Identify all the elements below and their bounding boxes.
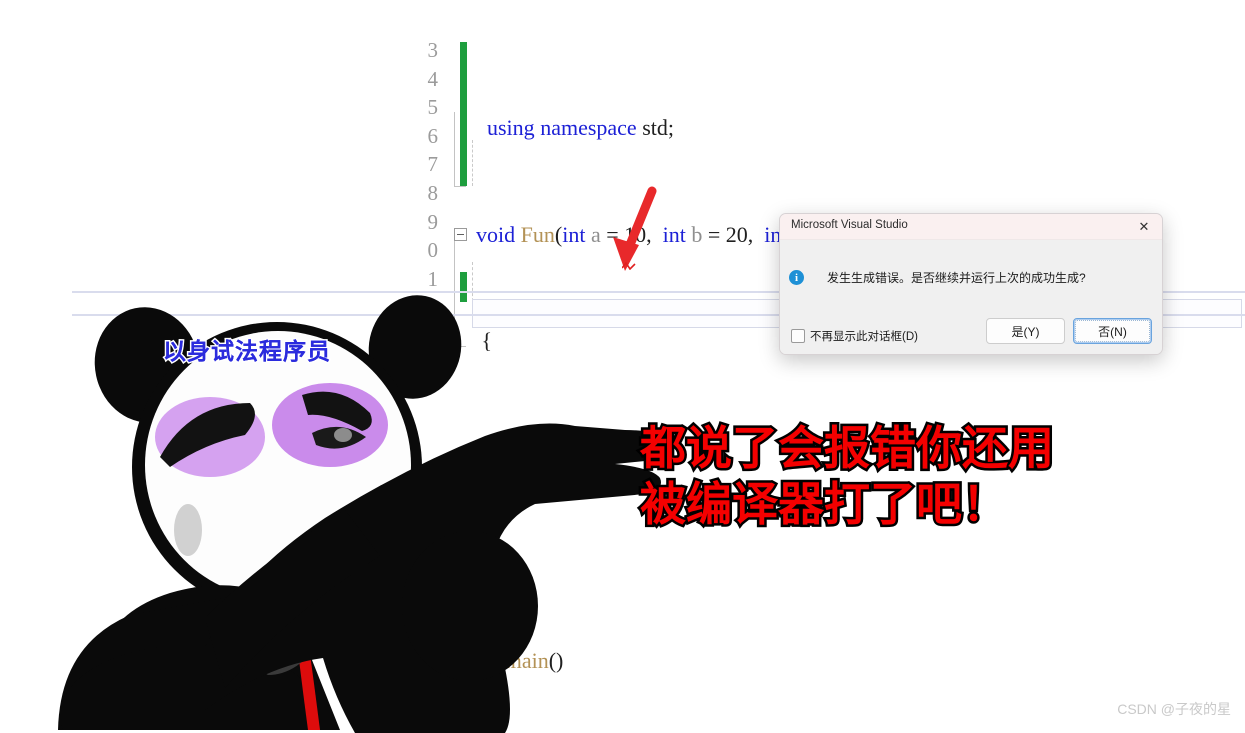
token-10: 10 [624, 221, 647, 247]
error-squiggle-icon [622, 262, 636, 270]
token-fun-decl: Fun [520, 221, 555, 247]
line-number: 6 [427, 123, 439, 148]
indent-guide-line [472, 140, 473, 186]
line-number: 0 [427, 238, 439, 263]
dont-show-again-label: 不再显示此对话框(D) [810, 331, 918, 343]
dialog-title: Microsoft Visual Studio [791, 219, 908, 231]
panda-label: 以身试法程序员 [163, 338, 331, 364]
collapse-toggle-icon[interactable] [454, 227, 467, 241]
structure-guide-foot [454, 186, 466, 187]
meme-caption-line-1: 都说了会报错你还用 [638, 420, 1057, 477]
dont-show-again-checkbox[interactable] [791, 329, 805, 343]
token-20: 20 [725, 221, 748, 247]
line-number: 4 [427, 66, 439, 91]
token-eq: = [707, 221, 721, 247]
token-param-a: a [590, 221, 601, 247]
line-number: 9 [427, 209, 439, 234]
token-param-b: b [691, 221, 703, 247]
no-button[interactable]: 否(N) [1073, 318, 1152, 344]
close-icon[interactable]: ✕ [1126, 214, 1162, 239]
dialog-message: 发生生成错误。是否继续并运行上次的成功生成? [827, 271, 1086, 285]
token-std: std; [642, 115, 674, 140]
line-number: 3 [427, 38, 439, 62]
line-number: 5 [427, 95, 439, 120]
build-error-dialog[interactable]: Microsoft Visual Studio ✕ i 发生生成错误。是否继续并… [779, 213, 1163, 355]
yes-button[interactable]: 是(Y) [986, 318, 1065, 344]
screenshot-root: 3 4 5 6 7 8 9 0 1 2 using namespace std;… [0, 0, 1245, 733]
csdn-watermark: CSDN @子夜的星 [1117, 701, 1231, 717]
change-bar-modified [460, 42, 467, 186]
code-line-3: using namespace std; [476, 114, 1236, 143]
meme-caption: 都说了会报错你还用 被编译器打了吧！ [638, 420, 1110, 533]
dont-show-again-row[interactable]: 不再显示此对话框(D) [791, 328, 918, 344]
token-using: using [487, 115, 535, 140]
token-int: int [662, 221, 686, 247]
token-eq: = [606, 221, 619, 247]
dialog-button-row: 是(Y) 否(N) [986, 318, 1152, 344]
token-void: void [476, 221, 516, 247]
line-number: 8 [427, 180, 439, 205]
meme-caption-line-2: 被编译器打了吧！ [638, 476, 1011, 533]
token-comma: , [646, 221, 663, 247]
structure-guide-line [454, 112, 455, 186]
info-icon: i [789, 270, 804, 285]
dialog-title-bar: Microsoft Visual Studio ✕ [780, 214, 1162, 240]
token-comma: , [747, 221, 765, 247]
line-number: 7 [427, 152, 439, 177]
token-int: int [562, 221, 586, 247]
pointing-arm-silhouette [205, 423, 668, 733]
dialog-body: i 发生生成错误。是否继续并运行上次的成功生成? 是(Y) 否(N) 不再显示此… [780, 240, 1162, 354]
token-namespace: namespace [540, 115, 637, 140]
